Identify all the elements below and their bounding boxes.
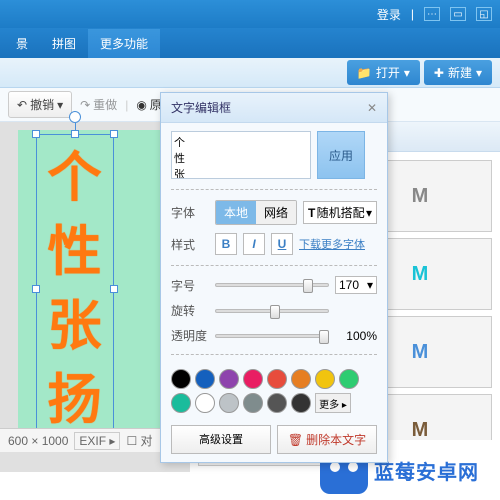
rotate-slider[interactable] — [215, 309, 329, 313]
minimize-icon[interactable]: ▭ — [450, 7, 466, 21]
font-local[interactable]: 本地 — [216, 201, 256, 224]
login-link[interactable]: 登录 — [377, 6, 401, 23]
font-label: 字体 — [171, 204, 209, 221]
color-swatch[interactable] — [267, 393, 287, 413]
canvas-char: 性 — [48, 225, 102, 279]
resize-handle-mr[interactable] — [110, 285, 118, 293]
folder-icon: 📁 — [357, 66, 372, 80]
canvas-char: 个 — [48, 151, 102, 205]
chevron-down-icon: ▾ — [367, 278, 373, 292]
plus-icon: ✚ — [434, 66, 444, 80]
font-select[interactable]: T随机搭配▾ — [303, 201, 377, 224]
separator: | — [125, 98, 128, 112]
color-swatch[interactable] — [219, 369, 239, 389]
font-network[interactable]: 网络 — [256, 201, 296, 224]
bold-button[interactable]: B — [215, 233, 237, 255]
tab-puzzle[interactable]: 拼图 — [40, 29, 88, 58]
feedback-icon[interactable]: ⋯ — [424, 7, 440, 21]
delete-text-button[interactable]: 🗑 删除本文字 — [277, 425, 377, 454]
advanced-button[interactable]: 高级设置 — [171, 425, 271, 454]
opacity-slider[interactable] — [215, 334, 329, 338]
color-swatch[interactable] — [339, 369, 359, 389]
tab-background[interactable]: 景 — [4, 29, 40, 58]
file-bar: 📁打开 ▾ ✚新建 ▾ — [0, 58, 500, 88]
trash-icon: 🗑 — [288, 433, 303, 447]
color-swatch[interactable] — [243, 369, 263, 389]
color-swatch[interactable] — [171, 393, 191, 413]
color-swatch[interactable] — [291, 369, 311, 389]
divider: | — [411, 7, 414, 21]
main-tabs: 景 拼图 更多功能 — [0, 28, 500, 58]
color-swatch[interactable] — [219, 393, 239, 413]
color-swatches: 更多 ▸ — [171, 365, 377, 413]
opacity-label: 透明度 — [171, 327, 209, 344]
text-input[interactable]: 个 性 张 扬 — [171, 131, 311, 179]
exif-button[interactable]: EXIF ▸ — [74, 432, 120, 450]
window-titlebar: 登录 | ⋯ ▭ ◱ — [0, 0, 500, 28]
rotate-label: 旋转 — [171, 302, 209, 319]
style-label: 样式 — [171, 236, 209, 253]
resize-handle-tm[interactable] — [71, 130, 79, 138]
color-swatch[interactable] — [195, 393, 215, 413]
compare-checkbox[interactable]: ☐ 对 — [126, 432, 152, 449]
size-value[interactable]: 170▾ — [335, 276, 377, 294]
rotate-handle[interactable] — [69, 111, 81, 123]
eye-icon: ◉ — [136, 98, 146, 112]
more-fonts-link[interactable]: 下载更多字体 — [299, 236, 365, 252]
underline-button[interactable]: U — [271, 233, 293, 255]
dialog-title: 文字编辑框 — [171, 99, 231, 116]
divider — [171, 354, 377, 355]
color-swatch[interactable] — [243, 393, 263, 413]
tab-more[interactable]: 更多功能 — [88, 29, 160, 58]
resize-handle-tl[interactable] — [32, 130, 40, 138]
color-swatch[interactable] — [267, 369, 287, 389]
color-swatch[interactable] — [315, 369, 335, 389]
restore-icon[interactable]: ◱ — [476, 7, 492, 21]
canvas-dimensions: 600 × 1000 — [8, 434, 68, 448]
color-swatch[interactable] — [195, 369, 215, 389]
more-colors-button[interactable]: 更多 ▸ — [315, 393, 351, 413]
font-source-toggle[interactable]: 本地 网络 — [215, 200, 297, 225]
canvas-char: 扬 — [48, 373, 102, 427]
undo-button[interactable]: ↶ 撤销 ▾ — [8, 91, 72, 118]
canvas[interactable]: 个 性 张 扬 — [18, 130, 173, 450]
canvas-char: 张 — [48, 299, 102, 353]
opacity-value: 100% — [335, 329, 377, 343]
dialog-titlebar[interactable]: 文字编辑框 ✕ — [161, 93, 387, 123]
close-icon[interactable]: ✕ — [367, 101, 377, 115]
text-selection-box[interactable]: 个 性 张 扬 — [36, 134, 114, 444]
new-button[interactable]: ✚新建 ▾ — [424, 60, 492, 85]
italic-button[interactable]: I — [243, 233, 265, 255]
resize-handle-ml[interactable] — [32, 285, 40, 293]
divider — [171, 189, 377, 190]
divider — [171, 265, 377, 266]
apply-button[interactable]: 应用 — [317, 131, 365, 179]
mascot-name: 蓝莓安卓网 — [374, 456, 479, 485]
redo-button[interactable]: ↷ 重做 — [80, 96, 117, 113]
color-swatch[interactable] — [291, 393, 311, 413]
color-swatch[interactable] — [171, 369, 191, 389]
size-slider[interactable] — [215, 283, 329, 287]
text-edit-dialog: 文字编辑框 ✕ 个 性 张 扬 应用 字体 本地 网络 T随机搭配▾ 样式 B … — [160, 92, 388, 463]
size-label: 字号 — [171, 277, 209, 294]
chevron-down-icon: ▾ — [366, 206, 372, 220]
open-button[interactable]: 📁打开 ▾ — [347, 60, 420, 85]
resize-handle-tr[interactable] — [110, 130, 118, 138]
